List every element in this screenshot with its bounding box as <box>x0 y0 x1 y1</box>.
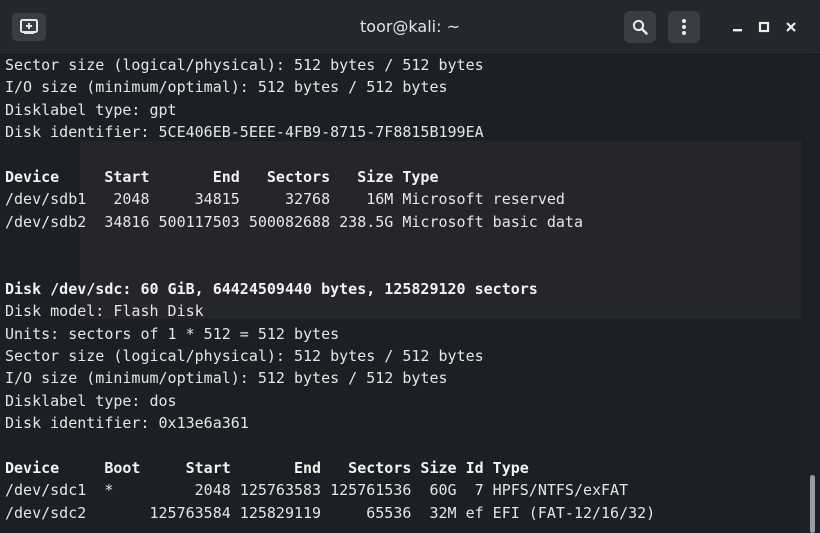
scrollbar-thumb[interactable] <box>810 475 815 533</box>
terminal-line: Device Boot Start End Sectors Size Id Ty… <box>5 459 529 478</box>
search-button[interactable] <box>624 11 656 43</box>
terminal-line: Sector size (logical/physical): 512 byte… <box>5 347 484 366</box>
maximize-button[interactable] <box>754 16 774 38</box>
minimize-icon <box>733 29 742 32</box>
minimize-button[interactable] <box>728 16 748 38</box>
terminal-line: I/O size (minimum/optimal): 512 bytes / … <box>5 78 448 97</box>
terminal-output[interactable]: Sector size (logical/physical): 512 byte… <box>0 55 806 533</box>
terminal-line: Disk /dev/sdc: 60 GiB, 64424509440 bytes… <box>5 279 538 298</box>
terminal-line: /dev/sdb1 2048 34815 32768 16M Microsoft… <box>5 190 565 209</box>
terminal-line: Disklabel type: gpt <box>5 100 177 119</box>
terminal-line: Units: sectors of 1 * 512 = 512 bytes <box>5 324 340 343</box>
terminal-line: Disklabel type: dos <box>5 391 177 410</box>
maximize-icon <box>758 21 770 33</box>
terminal-lines: Sector size (logical/physical): 512 byte… <box>5 55 655 524</box>
terminal-line: /dev/sdc2 125763584 125829119 65536 32M … <box>5 503 656 522</box>
terminal-line: Device Start End Sectors Size Type <box>5 167 439 186</box>
terminal-line: /dev/sdc1 * 2048 125763583 125761536 60G… <box>5 481 629 500</box>
terminal-line: Disk model: Flash Disk <box>5 302 204 321</box>
terminal-window: toor@kali: ~ Sector size (logical/physic… <box>0 0 820 533</box>
terminal-line: /dev/sdb2 34816 500117503 500082688 238.… <box>5 212 583 231</box>
terminal-line: Sector size (logical/physical): 512 byte… <box>5 56 484 74</box>
search-icon <box>632 19 648 35</box>
menu-button[interactable] <box>668 11 700 43</box>
close-icon <box>786 22 796 32</box>
terminal-line: Disk identifier: 5CE406EB-5EEE-4FB9-8715… <box>5 123 484 142</box>
title-bar: toor@kali: ~ <box>0 0 820 55</box>
terminal-line: I/O size (minimum/optimal): 512 bytes / … <box>5 369 448 388</box>
kebab-menu-icon <box>682 19 686 35</box>
scrollbar[interactable] <box>806 55 820 533</box>
terminal-line: Disk identifier: 0x13e6a361 <box>5 414 249 433</box>
close-button[interactable] <box>781 16 801 38</box>
